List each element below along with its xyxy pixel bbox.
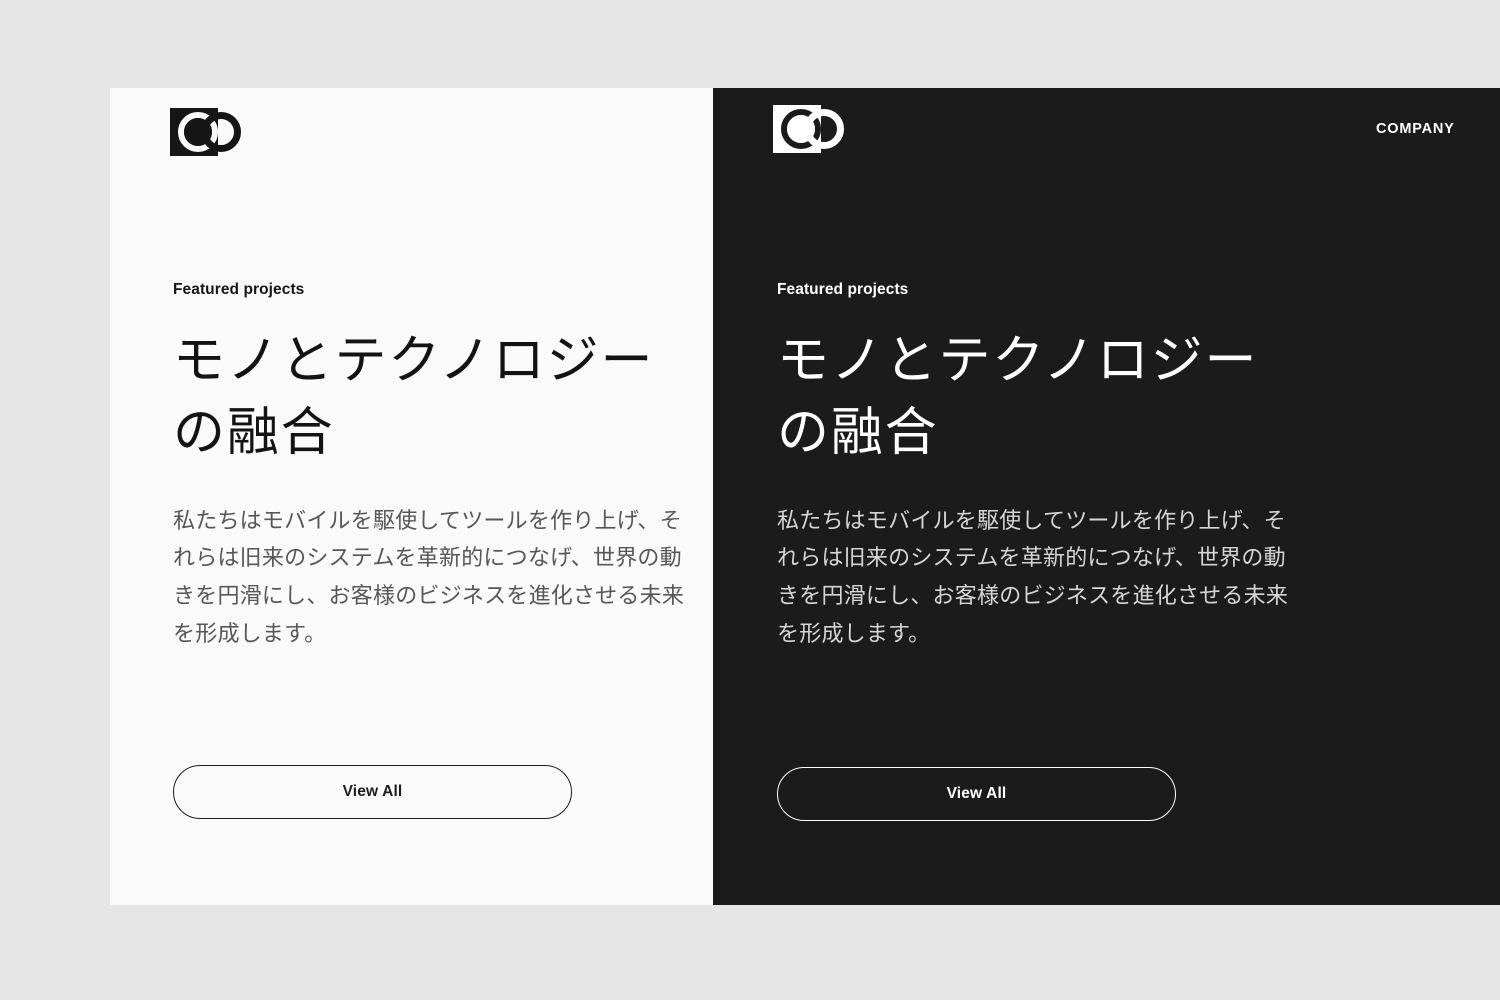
top-navigation: COMPANY CLI [1376, 120, 1500, 138]
dark-panel-content: Featured projects モノとテクノロジー の融合 私たちはモバイル… [777, 280, 1297, 653]
logo-right-ring-shape [201, 112, 241, 152]
infinity-logo[interactable] [773, 105, 845, 153]
infinity-logo[interactable] [170, 108, 242, 156]
light-headline: モノとテクノロジー の融合 [173, 333, 655, 462]
dark-headline: モノとテクノロジー の融合 [777, 333, 1259, 462]
logo-right-ring-shape [804, 109, 844, 149]
light-eyebrow-label: Featured projects [173, 281, 305, 298]
nav-item-company[interactable]: COMPANY [1376, 120, 1455, 138]
light-body-copy: 私たちはモバイルを駆使してツールを作り上げ、それらは旧来のシステムを革新的につな… [173, 507, 685, 646]
light-panel-content: Featured projects モノとテクノロジー の融合 私たちはモバイル… [173, 280, 693, 653]
screenshot-stage: 12:39 検査モード Detection US San Francisco [0, 0, 1500, 1000]
dark-body-copy: 私たちはモバイルを駆使してツールを作り上げ、それらは旧来のシステムを革新的につな… [777, 507, 1289, 646]
dark-eyebrow-label: Featured projects [777, 281, 909, 298]
dark-view-all-button[interactable]: View All [777, 767, 1176, 821]
light-view-all-button[interactable]: View All [173, 765, 572, 819]
